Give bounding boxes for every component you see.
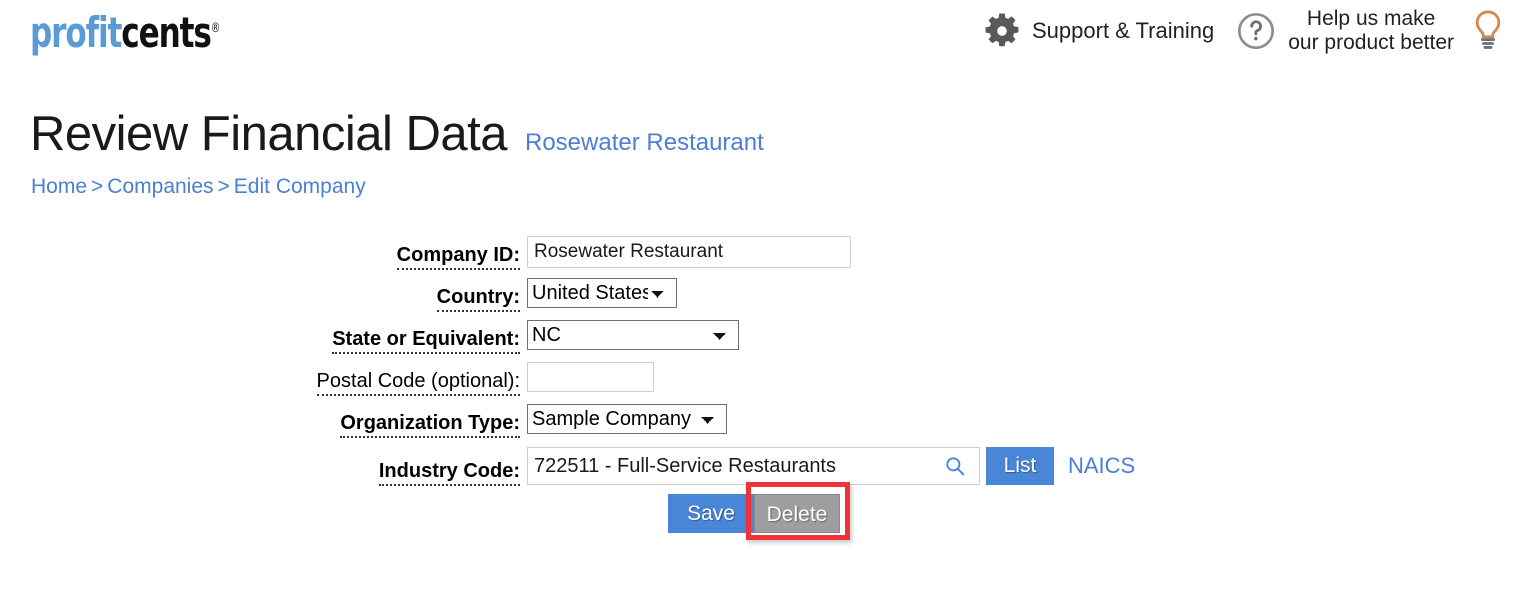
edit-company-form: Company ID: Country: United States State… (0, 236, 1530, 486)
delete-button-wrapper: Delete (746, 482, 850, 540)
label-company-id: Company ID: (396, 244, 520, 270)
control-cell-organization-type: Sample Company (520, 404, 727, 434)
label-cell-country: Country: (0, 278, 520, 312)
label-postal-code: Postal Code (optional): (316, 370, 520, 396)
industry-code-input[interactable] (527, 447, 980, 485)
logo-text-cents: cents (121, 8, 212, 57)
breadcrumb: Home > Companies > Edit Company (31, 175, 366, 199)
industry-list-button[interactable]: List (986, 447, 1054, 485)
control-cell-postal-code (520, 362, 654, 392)
profitcents-logo[interactable]: profitcents® (30, 12, 221, 54)
control-cell-company-id (520, 236, 851, 268)
postal-code-input[interactable] (527, 362, 654, 392)
page-title-row: Review Financial Data Rosewater Restaura… (30, 106, 764, 162)
support-training-item[interactable]: Support & Training (982, 0, 1236, 62)
label-state-or-equivalent: State or Equivalent: (332, 328, 520, 354)
logo-text-profit: profit (30, 8, 122, 57)
lightbulb-item[interactable] (1468, 0, 1530, 62)
label-cell-postal-code: Postal Code (optional): (0, 362, 520, 396)
page-header: profitcents® Support & Training Help us … (0, 0, 1530, 80)
breadcrumb-link-edit-company[interactable]: Edit Company (234, 175, 366, 198)
label-organization-type: Organization Type: (340, 412, 520, 438)
state-select[interactable]: NC (527, 320, 739, 350)
question-circle-icon (1236, 11, 1276, 51)
control-cell-state: NC (520, 320, 739, 350)
country-select[interactable]: United States (527, 278, 677, 308)
breadcrumb-separator-1: > (91, 175, 104, 198)
label-cell-company-id: Company ID: (0, 236, 520, 270)
support-training-label: Support & Training (1032, 18, 1215, 43)
form-row-company-id: Company ID: (0, 236, 1530, 270)
form-row-state: State or Equivalent: NC (0, 320, 1530, 354)
naics-link[interactable]: NAICS (1068, 453, 1135, 479)
form-row-country: Country: United States (0, 278, 1530, 312)
breadcrumb-link-home[interactable]: Home (31, 175, 87, 198)
form-row-postal-code: Postal Code (optional): (0, 362, 1530, 396)
breadcrumb-separator-2: > (217, 175, 230, 198)
form-actions: Save Delete (668, 482, 850, 540)
logo-registered-mark: ® (210, 21, 221, 36)
form-row-industry-code: Industry Code: List NAICS (0, 447, 1530, 486)
organization-type-select[interactable]: Sample Company (527, 404, 727, 434)
label-cell-state: State or Equivalent: (0, 320, 520, 354)
control-cell-industry-code: List NAICS (520, 447, 1135, 485)
save-button[interactable]: Save (668, 494, 754, 533)
label-cell-industry-code: Industry Code: (0, 447, 520, 486)
label-country: Country: (436, 286, 520, 312)
feedback-item[interactable]: Help us make our product better (1236, 0, 1468, 62)
feedback-label: Help us make our product better (1288, 7, 1454, 56)
industry-code-field-wrapper (527, 447, 980, 485)
form-row-organization-type: Organization Type: Sample Company (0, 404, 1530, 438)
breadcrumb-link-companies[interactable]: Companies (107, 175, 213, 198)
control-cell-country: United States (520, 278, 677, 308)
page-title: Review Financial Data (30, 107, 508, 161)
feedback-line-2: our product better (1288, 31, 1454, 54)
lightbulb-icon (1468, 8, 1530, 54)
page-subtitle-company-name[interactable]: Rosewater Restaurant (525, 129, 764, 157)
gear-icon (982, 11, 1022, 51)
company-id-input[interactable] (527, 236, 851, 268)
label-industry-code: Industry Code: (378, 460, 520, 486)
label-cell-organization-type: Organization Type: (0, 404, 520, 438)
delete-button[interactable]: Delete (754, 494, 840, 533)
header-actions: Support & Training Help us make our prod… (982, 0, 1530, 62)
feedback-line-1: Help us make (1306, 6, 1436, 30)
